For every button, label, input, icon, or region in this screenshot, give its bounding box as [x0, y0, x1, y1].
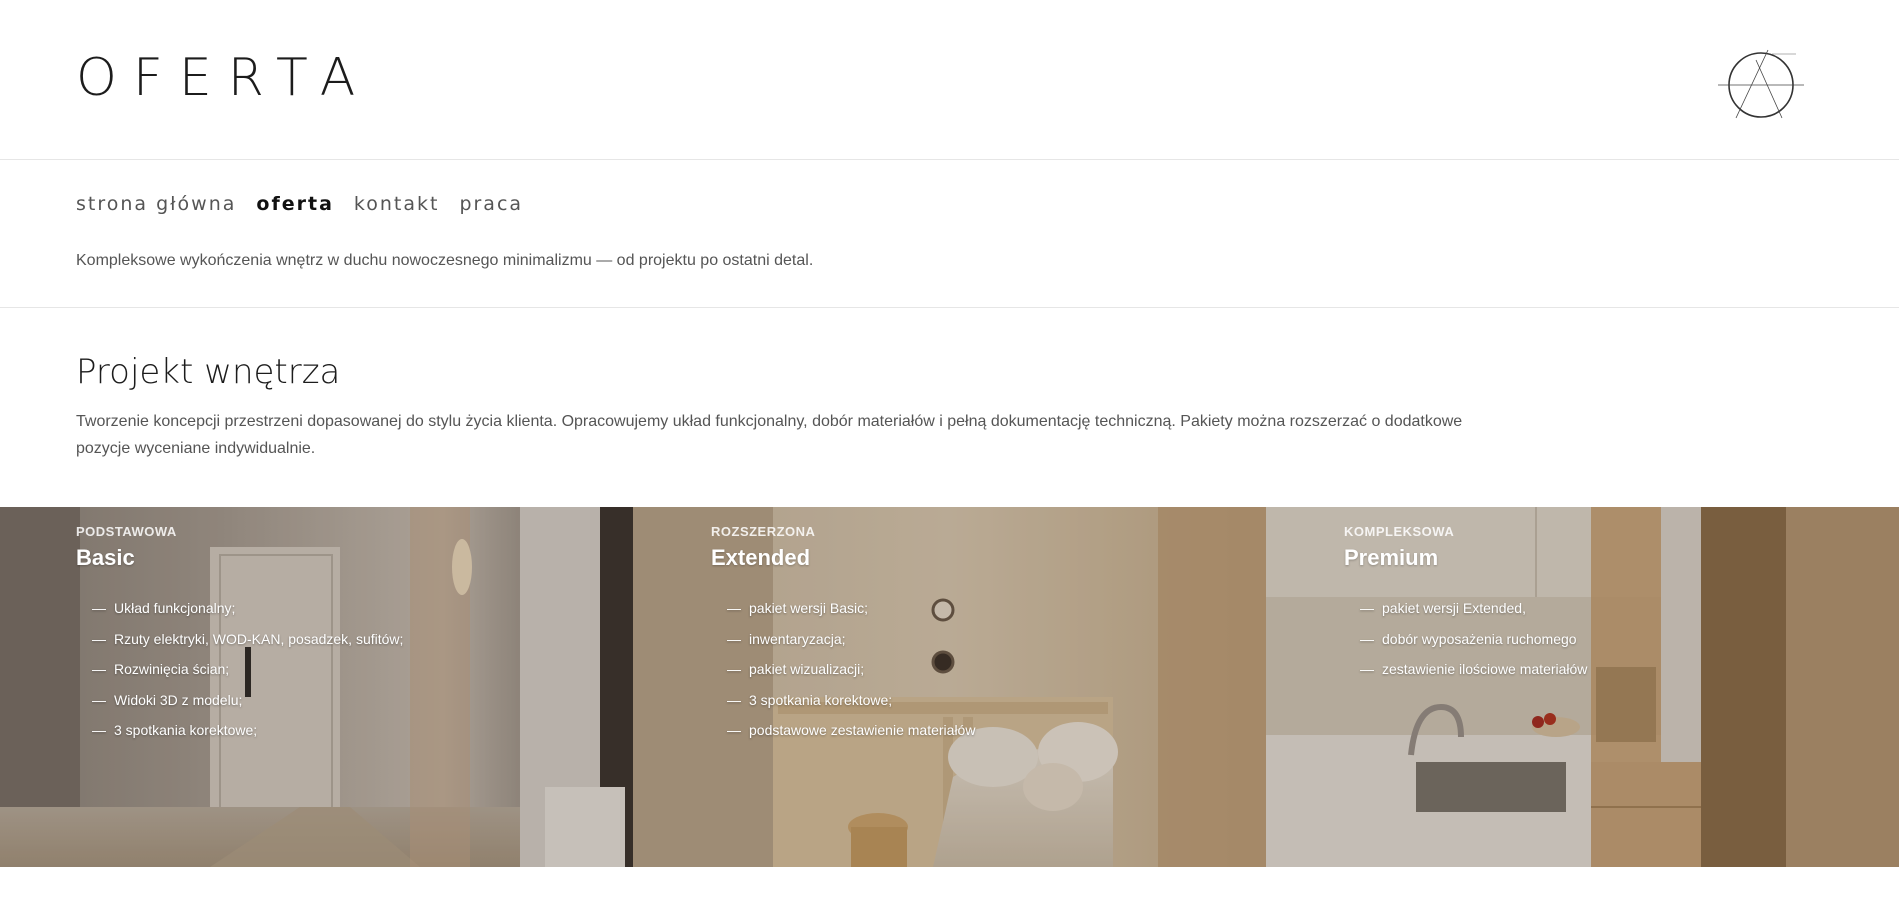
dash-icon: — [92, 661, 106, 677]
list-item: — Widoki 3D z modelu; [92, 685, 403, 716]
section-title: Projekt wnętrza [76, 352, 341, 392]
dash-icon: — [1360, 600, 1374, 616]
nav-item-oferta[interactable]: oferta [256, 193, 333, 215]
package-basic: PODSTAWOWA Basic — Układ funkcjonalny; — R… [0, 507, 633, 867]
dash-icon: — [1360, 630, 1374, 647]
dash-icon: — [92, 691, 106, 708]
list-item: — zestawienie ilościowe materiałów [1360, 654, 1587, 685]
page: OFERTA strona główna oferta kontakt prac… [0, 0, 1899, 904]
package-extended: ROZSZERZONA Extended — pakiet wersji Basi… [633, 507, 1266, 867]
nav-item-praca[interactable]: praca [459, 193, 523, 215]
nav-item-home[interactable]: strona główna [76, 193, 236, 215]
dash-icon: — [727, 600, 741, 616]
dash-icon: — [727, 630, 741, 647]
package-features: — pakiet wersji Extended, — dobór wyposaże… [1344, 593, 1587, 685]
package-name: Premium [1344, 545, 1439, 570]
list-item: — pakiet wersji Basic; [727, 593, 975, 624]
list-item: — podstawowe zestawienie materiałów [727, 715, 975, 746]
list-item: —3 spotkania korektowe; [92, 715, 403, 746]
package-kicker: ROZSZERZONA [711, 524, 816, 539]
package-premium: KOMPLEKSOWA Premium — pakiet wersji Exten… [1266, 507, 1899, 867]
list-item: — dobór wyposażenia ruchomego [1360, 624, 1587, 655]
package-content: PODSTAWOWA Basic — Układ funkcjonalny; — R… [76, 524, 403, 746]
list-item: — Rzuty elektryki, WOD-KAN, posadzek, suf… [92, 624, 403, 655]
dash-icon: — [1360, 661, 1374, 677]
package-kicker: PODSTAWOWA [76, 524, 177, 539]
package-name: Extended [711, 545, 811, 570]
dash-icon: — [92, 630, 106, 647]
logo-monogram-icon[interactable] [1716, 48, 1806, 122]
main-nav: strona główna oferta kontakt praca [76, 193, 523, 215]
dash-icon: — [92, 600, 106, 616]
package-name: Basic [76, 545, 135, 570]
list-item: — inwentaryzacja; [727, 624, 975, 655]
package-features: — pakiet wersji Basic; — inwentaryzacja; —… [711, 593, 975, 746]
list-item: —3 spotkania korektowe; [727, 685, 975, 716]
dash-icon: — [727, 661, 741, 677]
package-content: KOMPLEKSOWA Premium — pakiet wersji Exten… [1344, 524, 1587, 685]
dash-icon: — [727, 691, 741, 708]
header: OFERTA [0, 0, 1899, 160]
tagline: Kompleksowe wykończenia wnętrz w duchu n… [76, 252, 814, 269]
packages-band: PODSTAWOWA Basic — Układ funkcjonalny; — R… [0, 507, 1899, 867]
divider [0, 307, 1899, 308]
dash-icon: — [92, 722, 106, 738]
section-description: Tworzenie koncepcji przestrzeni dopasowa… [76, 413, 1463, 457]
list-item: — pakiet wersji Extended, [1360, 593, 1587, 624]
list-item: — Rozwinięcia ścian; [92, 654, 403, 685]
nav-item-kontakt[interactable]: kontakt [354, 193, 440, 215]
package-content: ROZSZERZONA Extended — pakiet wersji Basi… [711, 524, 975, 746]
dash-icon: — [727, 722, 741, 738]
page-title: OFERTA [76, 48, 372, 108]
package-features: — Układ funkcjonalny; — Rzuty elektryki, W… [76, 593, 403, 746]
list-item: — pakiet wizualizacji; [727, 654, 975, 685]
package-kicker: KOMPLEKSOWA [1344, 524, 1455, 539]
list-item: — Układ funkcjonalny; [92, 593, 403, 624]
